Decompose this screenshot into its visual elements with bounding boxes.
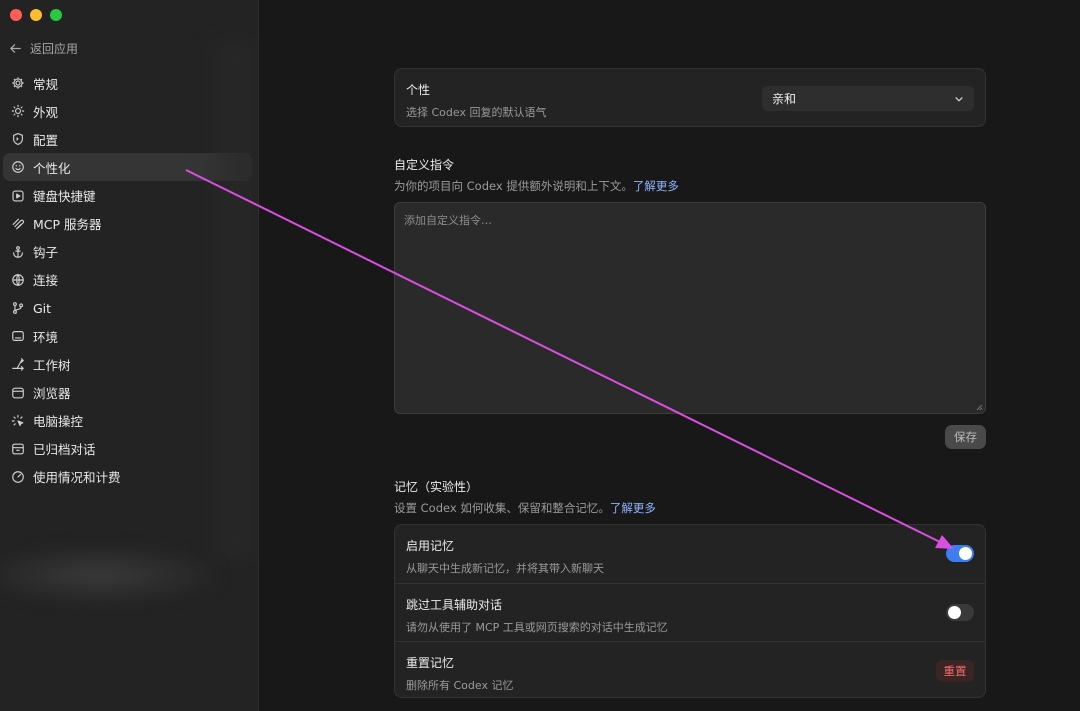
save-button[interactable]: 保存	[945, 425, 986, 449]
sidebar-item-label: 工作树	[33, 357, 71, 373]
resize-grip-icon[interactable]	[975, 403, 983, 411]
terminal-icon	[10, 329, 25, 344]
archive-icon	[10, 441, 25, 456]
reset-memory-title: 重置记忆	[406, 656, 455, 670]
memory-title: 记忆（实验性）	[394, 480, 479, 494]
shield-icon	[10, 132, 25, 147]
git-branch-icon	[10, 301, 25, 316]
memory-subtitle: 设置 Codex 如何收集、保留和整合记忆。了解更多	[394, 500, 656, 516]
sidebar: 返回应用 常规 外观 配置 个性化 键盘快捷键 MCP 服务器 钩子 连接 Gi…	[0, 0, 259, 711]
browser-icon	[10, 385, 25, 400]
sidebar-item-label: 配置	[33, 132, 59, 148]
sidebar-item-label: 连接	[33, 273, 59, 289]
close-window-button[interactable]	[10, 9, 22, 21]
sidebar-item-label: Git	[33, 300, 52, 316]
custom-instructions-placeholder: 添加自定义指令…	[404, 214, 492, 227]
mcp-icon	[10, 216, 25, 231]
sidebar-item-label: 外观	[33, 104, 59, 120]
learn-more-link[interactable]: 了解更多	[633, 179, 679, 193]
toggle-knob	[948, 606, 961, 619]
custom-instructions-title: 自定义指令	[394, 158, 455, 172]
arrow-left-icon	[10, 44, 21, 53]
memory-learn-more-link[interactable]: 了解更多	[610, 501, 656, 515]
globe-icon	[10, 272, 25, 287]
custom-instructions-subtitle-text: 为你的项目向 Codex 提供额外说明和上下文。	[394, 179, 633, 193]
anchor-icon	[10, 244, 25, 259]
reset-memory-button[interactable]: 重置	[936, 660, 974, 682]
cursor-icon	[10, 413, 25, 428]
sidebar-item-label: 常规	[33, 76, 59, 92]
enable-memory-subtitle: 从聊天中生成新记忆，并将其带入新聊天	[406, 562, 604, 575]
skip-tool-chats-toggle[interactable]	[946, 604, 974, 621]
keyboard-icon	[10, 188, 25, 203]
sun-icon	[10, 104, 25, 119]
toggle-knob	[959, 547, 972, 560]
personality-select[interactable]: 亲和	[762, 86, 974, 111]
sidebar-item-label: 环境	[33, 329, 59, 345]
chevron-down-icon	[955, 96, 963, 101]
zoom-window-button[interactable]	[50, 9, 62, 21]
memory-card: 启用记忆 从聊天中生成新记忆，并将其带入新聊天 跳过工具辅助对话 请勿从使用了 …	[394, 524, 986, 698]
sidebar-item-label: 电脑操控	[33, 414, 84, 430]
memory-subtitle-text: 设置 Codex 如何收集、保留和整合记忆。	[394, 501, 610, 515]
sidebar-item-label: 使用情况和计费	[33, 470, 121, 486]
gear-icon	[10, 76, 25, 91]
sidebar-item-label: 个性化	[33, 160, 71, 176]
memory-row-enable: 启用记忆 从聊天中生成新记忆，并将其带入新聊天	[395, 525, 985, 583]
sidebar-item-label: MCP 服务器	[33, 217, 102, 233]
blurred-region	[200, 40, 258, 560]
back-link-label: 返回应用	[30, 42, 79, 56]
sidebar-item-label: 浏览器	[33, 386, 71, 402]
smile-icon	[10, 160, 25, 175]
personality-card: 个性 选择 Codex 回复的默认语气 亲和	[394, 68, 986, 127]
settings-content: 个性 选择 Codex 回复的默认语气 亲和 自定义指令 为你的项目向 Code…	[260, 0, 1080, 711]
custom-instructions-subtitle: 为你的项目向 Codex 提供额外说明和上下文。了解更多	[394, 178, 679, 194]
enable-memory-title: 启用记忆	[406, 539, 455, 553]
enable-memory-toggle[interactable]	[946, 545, 974, 562]
worktree-icon	[10, 357, 25, 372]
blurred-account-area	[0, 545, 220, 605]
memory-row-reset: 重置记忆 删除所有 Codex 记忆 重置	[395, 641, 985, 699]
skip-tool-chats-subtitle: 请勿从使用了 MCP 工具或网页搜索的对话中生成记忆	[406, 621, 668, 634]
reset-memory-subtitle: 删除所有 Codex 记忆	[406, 679, 514, 692]
skip-tool-chats-title: 跳过工具辅助对话	[406, 598, 503, 612]
sidebar-item-label: 已归档对话	[33, 442, 96, 458]
minimize-window-button[interactable]	[30, 9, 42, 21]
sidebar-item-label: 键盘快捷键	[33, 189, 96, 205]
window-controls	[10, 9, 62, 21]
sidebar-item-label: 钩子	[33, 245, 59, 261]
custom-instructions-input[interactable]: 添加自定义指令…	[394, 202, 986, 414]
back-to-app-link[interactable]: 返回应用	[9, 40, 78, 57]
memory-row-skip-tools: 跳过工具辅助对话 请勿从使用了 MCP 工具或网页搜索的对话中生成记忆	[395, 583, 985, 641]
gauge-icon	[10, 469, 25, 484]
personality-selected-value: 亲和	[772, 92, 797, 106]
